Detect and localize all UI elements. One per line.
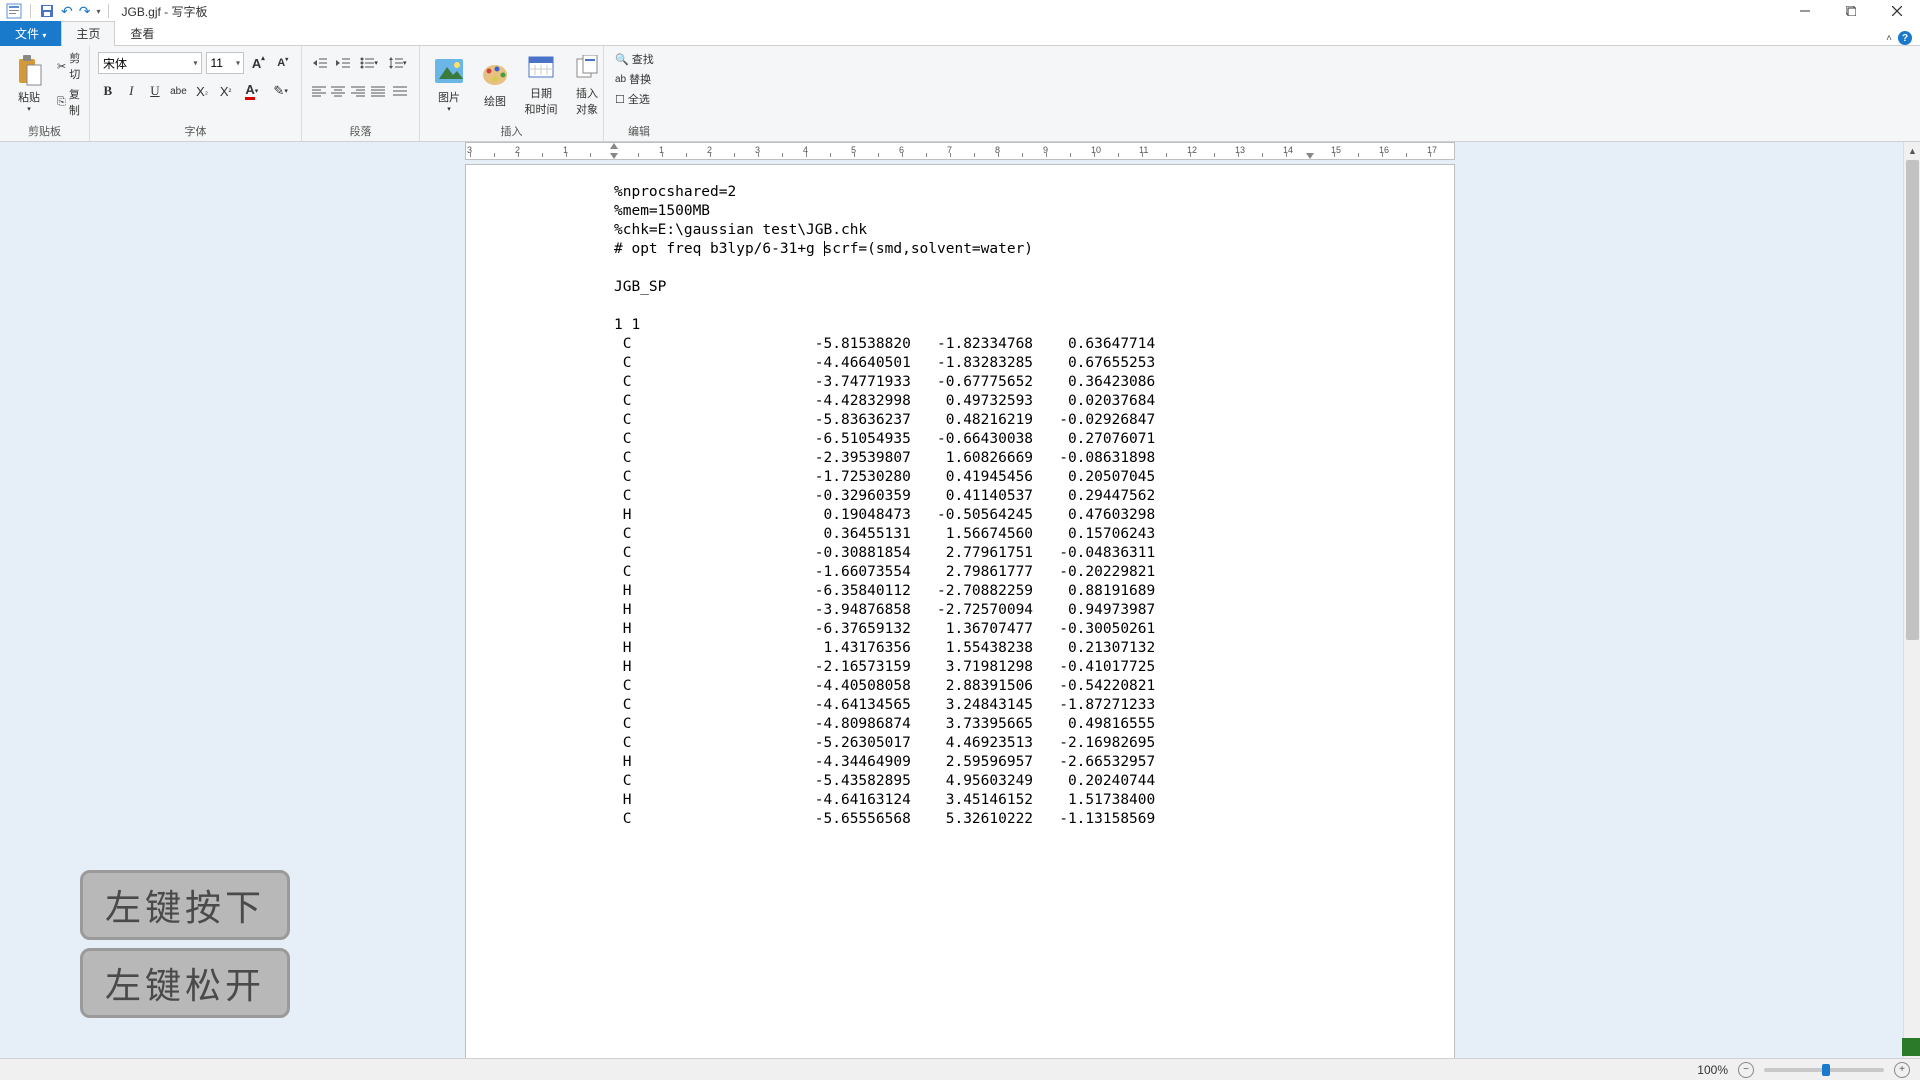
- align-right-button[interactable]: [349, 80, 367, 102]
- superscript-button[interactable]: X²: [216, 80, 236, 102]
- select-all-icon: ☐: [615, 93, 625, 106]
- underline-button[interactable]: U: [145, 80, 165, 102]
- paste-icon: [13, 55, 45, 87]
- group-edit: 🔍查找 ab替换 ☐全选 编辑: [604, 46, 674, 141]
- subscript-button[interactable]: X₂: [192, 80, 212, 102]
- group-clipboard: 粘贴 ▾ ✂剪切 ⎘复制 剪贴板: [0, 46, 90, 141]
- shrink-font-button[interactable]: A▾: [273, 52, 294, 74]
- object-icon: [571, 51, 603, 83]
- calendar-icon: [525, 51, 557, 83]
- font-color-button[interactable]: A▾: [239, 80, 264, 102]
- grow-font-button[interactable]: A▴: [248, 52, 269, 74]
- tab-view[interactable]: 查看: [115, 21, 169, 46]
- tab-home[interactable]: 主页: [61, 21, 115, 46]
- overlay-mouse-down: 左键按下: [80, 870, 290, 940]
- overlay-mouse-up: 左键松开: [80, 948, 290, 1018]
- chevron-down-icon: ▾: [236, 59, 240, 68]
- title-bar: ↶ ↷ ▾ JGB.gjf - 写字板: [0, 0, 1920, 22]
- insert-paint-button[interactable]: 绘图: [474, 57, 516, 111]
- app-icon: [6, 3, 22, 19]
- zoom-in-button[interactable]: +: [1894, 1062, 1910, 1078]
- replace-icon: ab: [615, 74, 626, 85]
- paragraph-dialog-button[interactable]: [389, 80, 411, 102]
- zoom-slider[interactable]: [1764, 1068, 1884, 1072]
- horizontal-ruler[interactable]: 3211234567891011121314151617: [465, 142, 1455, 160]
- strike-button[interactable]: abe: [169, 80, 189, 102]
- quick-access-toolbar: ↶ ↷ ▾: [0, 3, 117, 20]
- tab-file-label: 文件: [15, 27, 39, 41]
- font-name-select[interactable]: 宋体▾: [98, 52, 202, 74]
- group-edit-label: 编辑: [612, 120, 666, 141]
- tab-file[interactable]: 文件 ▾: [0, 21, 61, 46]
- window-title: JGB.gjf - 写字板: [121, 3, 207, 20]
- paste-label: 粘贴: [18, 89, 40, 105]
- highlight-button[interactable]: ✎▾: [268, 80, 293, 102]
- group-paragraph-label: 段落: [310, 120, 411, 141]
- datetime-label-1: 日期: [530, 85, 552, 101]
- indent-button[interactable]: [333, 52, 354, 74]
- replace-button[interactable]: ab替换: [612, 70, 666, 88]
- insert-object-button[interactable]: 插入 对象: [566, 49, 608, 119]
- undo-icon[interactable]: ↶: [61, 3, 73, 20]
- chevron-down-icon: ▾: [194, 59, 198, 68]
- object-label-1: 插入: [576, 85, 598, 101]
- find-icon: 🔍: [615, 53, 629, 66]
- ribbon-tabs: 文件 ▾ 主页 查看 ˄ ?: [0, 22, 1920, 46]
- scroll-up-icon[interactable]: ▲: [1904, 142, 1920, 159]
- group-clipboard-label: 剪贴板: [8, 120, 81, 141]
- cut-button[interactable]: ✂剪切: [54, 49, 83, 83]
- zoom-level: 100%: [1697, 1063, 1728, 1077]
- highlight-icon: ✎: [273, 83, 284, 99]
- group-insert: 图片▾ 绘图 日期 和时间 插入 对象 插入: [420, 46, 604, 141]
- zoom-knob[interactable]: [1822, 1064, 1830, 1076]
- save-icon[interactable]: [39, 3, 55, 19]
- document-content[interactable]: %nprocshared=2 %mem=1500MB %chk=E:\gauss…: [466, 183, 1454, 829]
- group-font-label: 字体: [98, 120, 293, 141]
- picture-icon: [433, 55, 465, 87]
- datetime-label-2: 和时间: [525, 101, 558, 117]
- corner-indicator: [1902, 1038, 1920, 1056]
- paint-icon: [479, 59, 511, 91]
- select-all-button[interactable]: ☐全选: [612, 90, 666, 108]
- italic-button[interactable]: I: [122, 80, 142, 102]
- zoom-out-button[interactable]: −: [1738, 1062, 1754, 1078]
- paint-label: 绘图: [484, 93, 506, 109]
- group-insert-label: 插入: [428, 120, 595, 141]
- find-button[interactable]: 🔍查找: [612, 50, 666, 68]
- ribbon-collapse-icon[interactable]: ˄: [1886, 33, 1892, 44]
- insert-picture-button[interactable]: 图片▾: [428, 53, 470, 115]
- align-left-button[interactable]: [310, 80, 328, 102]
- align-center-button[interactable]: [330, 80, 348, 102]
- outdent-button[interactable]: [310, 52, 331, 74]
- help-icon[interactable]: ?: [1898, 31, 1912, 45]
- justify-button[interactable]: [369, 80, 387, 102]
- page[interactable]: %nprocshared=2 %mem=1500MB %chk=E:\gauss…: [465, 164, 1455, 1058]
- group-font: 宋体▾ 11▾ A▴ A▾ B I U abe X₂ X² A▾ ✎▾ 字体: [90, 46, 302, 141]
- copy-button[interactable]: ⎘复制: [54, 85, 83, 119]
- bold-button[interactable]: B: [98, 80, 118, 102]
- line-spacing-button[interactable]: ▾: [384, 52, 411, 74]
- window-controls: [1782, 0, 1920, 22]
- minimize-button[interactable]: [1782, 0, 1828, 22]
- object-label-2: 对象: [576, 101, 598, 117]
- list-button[interactable]: ▾: [356, 52, 383, 74]
- redo-icon[interactable]: ↷: [79, 3, 91, 20]
- cut-icon: ✂: [57, 60, 66, 73]
- ribbon: 粘贴 ▾ ✂剪切 ⎘复制 剪贴板 宋体▾ 11▾ A▴ A▾ B I U abe: [0, 46, 1920, 142]
- maximize-button[interactable]: [1828, 0, 1874, 22]
- insert-datetime-button[interactable]: 日期 和时间: [520, 49, 562, 119]
- status-bar: 100% − +: [0, 1058, 1920, 1080]
- scroll-thumb[interactable]: [1906, 160, 1919, 640]
- paste-button[interactable]: 粘贴 ▾: [8, 53, 50, 115]
- qat-menu-caret[interactable]: ▾: [96, 7, 100, 16]
- close-button[interactable]: [1874, 0, 1920, 22]
- vertical-scrollbar[interactable]: ▲ ▼: [1903, 142, 1920, 1058]
- font-size-select[interactable]: 11▾: [206, 52, 245, 74]
- copy-icon: ⎘: [57, 96, 66, 109]
- picture-label: 图片: [438, 89, 460, 105]
- group-paragraph: ▾ ▾ 段落: [302, 46, 420, 141]
